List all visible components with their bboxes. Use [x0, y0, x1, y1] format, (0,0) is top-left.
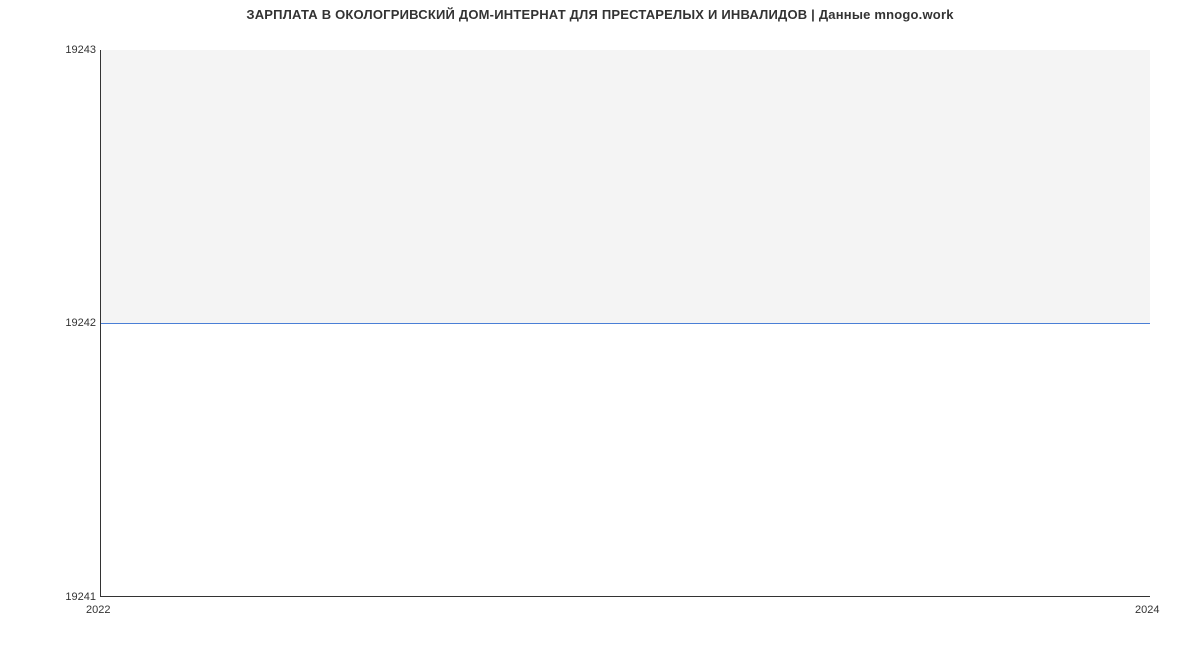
chart-container: ЗАРПЛАТА В ОКОЛОГРИВСКИЙ ДОМ-ИНТЕРНАТ ДЛ… [0, 0, 1200, 650]
y-tick-label: 19241 [6, 591, 96, 603]
plot-area [100, 50, 1150, 597]
x-tick-label: 2024 [1135, 604, 1159, 616]
chart-title: ЗАРПЛАТА В ОКОЛОГРИВСКИЙ ДОМ-ИНТЕРНАТ ДЛ… [0, 7, 1200, 22]
area-fill [101, 50, 1150, 323]
y-tick-label: 19243 [6, 44, 96, 56]
data-line [101, 323, 1150, 324]
y-tick-label: 19242 [6, 317, 96, 329]
x-tick-label: 2022 [86, 604, 110, 616]
